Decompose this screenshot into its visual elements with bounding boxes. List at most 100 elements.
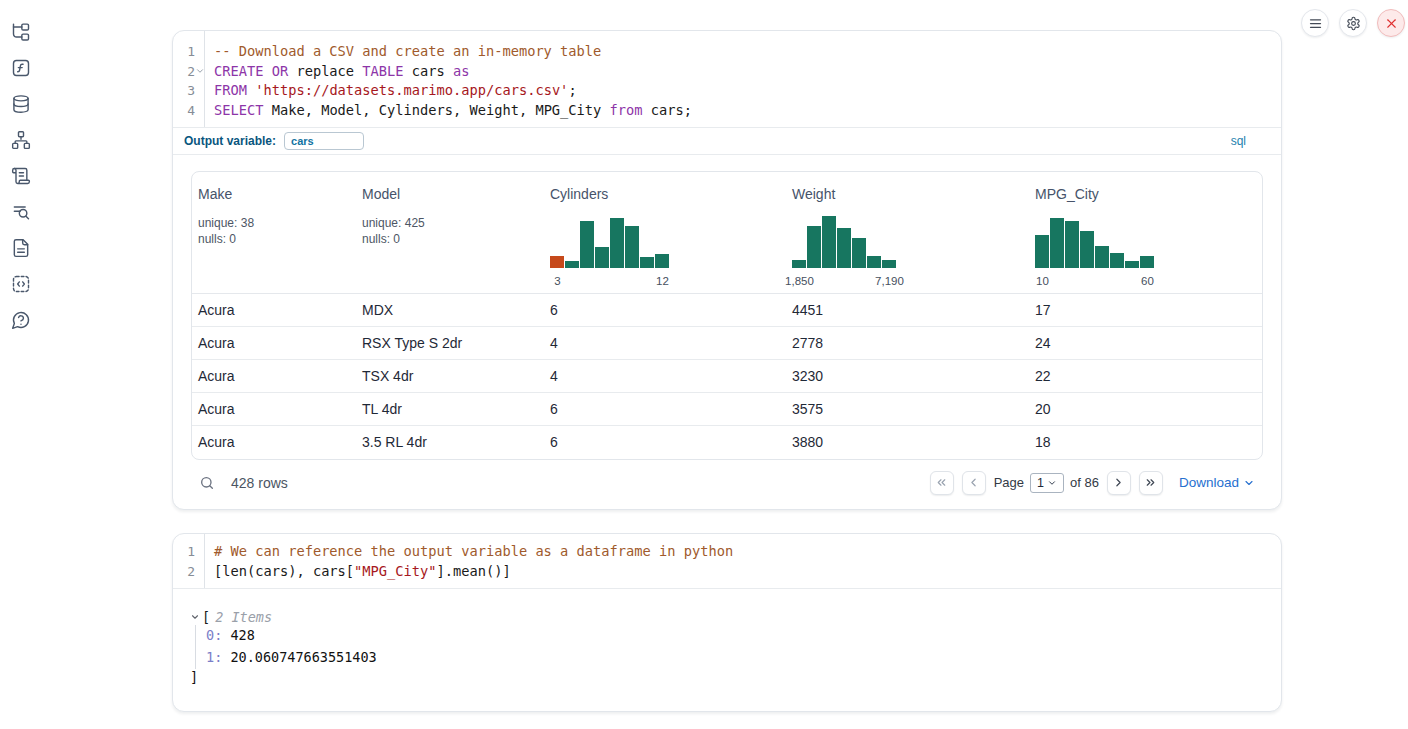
histogram-bar (655, 254, 669, 268)
code-text: # We can reference the output variable a… (204, 542, 733, 562)
column-histogram[interactable] (792, 216, 897, 268)
file-tree-icon[interactable] (11, 22, 31, 42)
item-value: 428 (222, 627, 255, 643)
column-header-model[interactable]: Model unique: 425nulls: 0 (356, 172, 544, 293)
language-badge: sql (1231, 134, 1246, 148)
histogram-bar (1080, 231, 1094, 268)
next-page-button[interactable] (1107, 471, 1131, 495)
code-line[interactable]: 1-- Download a CSV and create an in-memo… (173, 42, 1281, 62)
column-header-weight[interactable]: Weight1,8507,190 (786, 172, 1029, 293)
table-row[interactable]: Acura3.5 RL 4dr6388018 (192, 426, 1262, 459)
database-icon[interactable] (11, 94, 31, 114)
histogram-bar (565, 261, 579, 268)
sidebar (0, 0, 42, 729)
table-cell: 6 (544, 401, 786, 417)
table-header: Make unique: 38nulls: 0 Model unique: 425nu… (192, 172, 1262, 294)
table-cell: Acura (192, 401, 356, 417)
scratchpad-scroll-icon[interactable] (11, 166, 31, 186)
column-name[interactable]: MPG_City (1035, 186, 1256, 202)
menu-button[interactable] (1301, 9, 1329, 37)
first-page-button[interactable] (930, 471, 954, 495)
function-square-icon[interactable] (11, 58, 31, 78)
code-line[interactable]: 2CREATE OR replace TABLE cars as (173, 62, 1281, 82)
histogram-axis-labels: 312 (550, 275, 670, 289)
download-button[interactable]: Download (1179, 475, 1255, 490)
column-histogram[interactable] (550, 218, 670, 268)
table-cell: 22 (1029, 368, 1262, 384)
column-stats: unique: 425nulls: 0 (362, 215, 538, 247)
column-header-mpg_city[interactable]: MPG_City1060 (1029, 172, 1262, 293)
page-select[interactable]: 1 (1030, 473, 1064, 493)
column-name[interactable]: Model (362, 186, 538, 202)
output-variable-input[interactable]: cars (284, 132, 364, 150)
code-text: FROM 'https://datasets.marimo.app/cars.c… (204, 81, 577, 101)
dependency-graph-icon[interactable] (11, 130, 31, 150)
output-tree-root[interactable]: [ 2 Items (190, 609, 1281, 625)
histogram-bar (550, 256, 564, 268)
table-cell: 20 (1029, 401, 1262, 417)
help-chat-icon[interactable] (11, 310, 31, 330)
python-code-editor[interactable]: 1# We can reference the output variable … (173, 534, 1281, 589)
line-number: 2 (173, 62, 204, 82)
page-label: Page (994, 475, 1024, 490)
column-name[interactable]: Make (198, 186, 350, 202)
download-label: Download (1179, 475, 1239, 490)
table-cell: 3575 (786, 401, 1029, 417)
table-cell: 3230 (786, 368, 1029, 384)
code-line[interactable]: 4SELECT Make, Model, Cylinders, Weight, … (173, 101, 1281, 121)
histogram-bar (1140, 256, 1154, 268)
histogram-bar (792, 260, 806, 268)
table-footer: 428 rows Page 1 of 86 Download (191, 460, 1263, 495)
window-controls (1301, 9, 1405, 37)
histogram-bar (610, 218, 624, 268)
code-line[interactable]: 3FROM 'https://datasets.marimo.app/cars.… (173, 81, 1281, 101)
histogram-bar (1035, 235, 1049, 268)
chevron-down-icon[interactable] (190, 612, 200, 622)
column-name[interactable]: Cylinders (550, 186, 780, 202)
table-body: AcuraMDX6445117AcuraRSX Type S 2dr427782… (192, 294, 1262, 459)
chevron-down-icon (1243, 477, 1255, 489)
column-stats: unique: 38nulls: 0 (198, 215, 350, 247)
code-text: -- Download a CSV and create an in-memor… (204, 42, 601, 62)
table-cell: 24 (1029, 335, 1262, 351)
histogram-bar (837, 228, 851, 268)
table-row[interactable]: AcuraTL 4dr6357520 (192, 393, 1262, 426)
table-row[interactable]: AcuraRSX Type S 2dr4277824 (192, 327, 1262, 360)
code-line[interactable]: 2[len(cars), cars["MPG_City"].mean()] (173, 562, 1281, 582)
code-text: CREATE OR replace TABLE cars as (204, 62, 469, 82)
table-cell: RSX Type S 2dr (356, 335, 544, 351)
column-histogram[interactable] (1035, 218, 1155, 268)
row-count: 428 rows (231, 475, 288, 491)
histogram-bar (1110, 253, 1124, 268)
search-icon[interactable] (199, 475, 215, 491)
chevron-down-icon (1047, 478, 1057, 488)
table-cell: 3.5 RL 4dr (356, 434, 544, 450)
table-cell: TL 4dr (356, 401, 544, 417)
code-line[interactable]: 1# We can reference the output variable … (173, 542, 1281, 562)
table-cell: Acura (192, 434, 356, 450)
table-cell: 2778 (786, 335, 1029, 351)
prev-page-button[interactable] (962, 471, 986, 495)
close-bracket: ] (190, 669, 1281, 685)
histogram-bar (882, 260, 896, 268)
column-header-make[interactable]: Make unique: 38nulls: 0 (192, 172, 356, 293)
table-row[interactable]: AcuraMDX6445117 (192, 294, 1262, 327)
output-variable-row: Output variable: cars sql (173, 127, 1281, 155)
documentation-file-icon[interactable] (11, 238, 31, 258)
line-number: 2 (173, 562, 204, 582)
column-header-cylinders[interactable]: Cylinders 312 (544, 172, 786, 293)
shutdown-button[interactable] (1377, 9, 1405, 37)
snippets-code-icon[interactable] (11, 274, 31, 294)
logs-search-icon[interactable] (11, 202, 31, 222)
table-cell: 4451 (786, 302, 1029, 318)
fold-chevron-icon[interactable] (195, 66, 205, 76)
last-page-button[interactable] (1139, 471, 1163, 495)
table-row[interactable]: AcuraTSX 4dr4323022 (192, 360, 1262, 393)
table-cell: Acura (192, 335, 356, 351)
column-name[interactable]: Weight (792, 186, 1023, 202)
item-value: 20.060747663551403 (222, 649, 376, 665)
code-text: [len(cars), cars["MPG_City"].mean()] (204, 562, 511, 582)
settings-button[interactable] (1339, 9, 1367, 37)
line-number: 1 (173, 42, 204, 62)
sql-code-editor[interactable]: 1-- Download a CSV and create an in-memo… (173, 31, 1281, 127)
